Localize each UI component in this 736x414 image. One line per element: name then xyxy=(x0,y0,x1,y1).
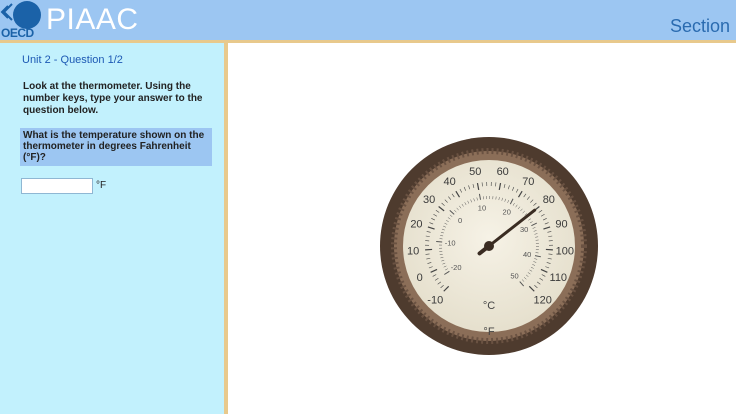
celsius-tick xyxy=(436,241,443,243)
answer-unit-label: °F xyxy=(96,180,107,191)
thermometer-dial: -1001020304050 60708090100110120 -20-1001… xyxy=(380,137,598,355)
celsius-label: 40 xyxy=(523,250,531,259)
fahrenheit-label: 0 xyxy=(417,272,423,284)
fahrenheit-label: 80 xyxy=(543,194,555,206)
fahrenheit-label: 20 xyxy=(410,218,422,230)
logo-title: PIAAC xyxy=(46,3,139,36)
answer-input[interactable] xyxy=(21,178,93,194)
celsius-label: -10 xyxy=(445,239,456,248)
instruction-text: Look at the thermometer. Using the numbe… xyxy=(23,81,203,116)
logo-org-text: OECD xyxy=(1,26,34,40)
section-label: Section xyxy=(669,16,730,36)
fahrenheit-label: 120 xyxy=(534,295,552,307)
stimulus-area: -10 0 10 20 30 40 50 60 70 80 90 100 110 120 -20 -10 0 1… xyxy=(228,43,736,414)
fahrenheit-label: 100 xyxy=(556,246,574,258)
oecd-logo-icon xyxy=(13,1,41,29)
question-panel: Unit 2 - Question 1/2 Look at the thermo… xyxy=(0,43,228,414)
celsius-label: -20 xyxy=(451,263,462,272)
needle-hub xyxy=(484,241,494,251)
question-prompt: What is the temperature shown on the the… xyxy=(23,130,205,163)
oecd-logo-marks-icon xyxy=(0,3,13,21)
fahrenheit-label: -10 xyxy=(427,295,443,307)
fahrenheit-label: 30 xyxy=(423,194,435,206)
fahrenheit-unit-label: °F xyxy=(483,326,494,338)
fahrenheit-label: 40 xyxy=(444,176,456,188)
celsius-label: 50 xyxy=(510,272,518,281)
celsius-label: 30 xyxy=(520,225,528,234)
question-prompt-box: What is the temperature shown on the the… xyxy=(20,128,212,166)
fahrenheit-label: 90 xyxy=(555,218,567,230)
celsius-label: 0 xyxy=(458,216,462,225)
celsius-label: 20 xyxy=(503,207,511,216)
fahrenheit-label: 10 xyxy=(407,246,419,258)
fahrenheit-label: 110 xyxy=(550,272,568,284)
celsius-label: 10 xyxy=(478,204,486,213)
fahrenheit-label: 50 xyxy=(469,166,481,178)
celsius-unit-label: °C xyxy=(483,300,495,312)
unit-question-label: Unit 2 - Question 1/2 xyxy=(22,54,123,66)
fahrenheit-label: 60 xyxy=(497,166,509,178)
header-bar: OECD PIAAC Section xyxy=(0,0,736,43)
fahrenheit-label: 70 xyxy=(522,176,534,188)
